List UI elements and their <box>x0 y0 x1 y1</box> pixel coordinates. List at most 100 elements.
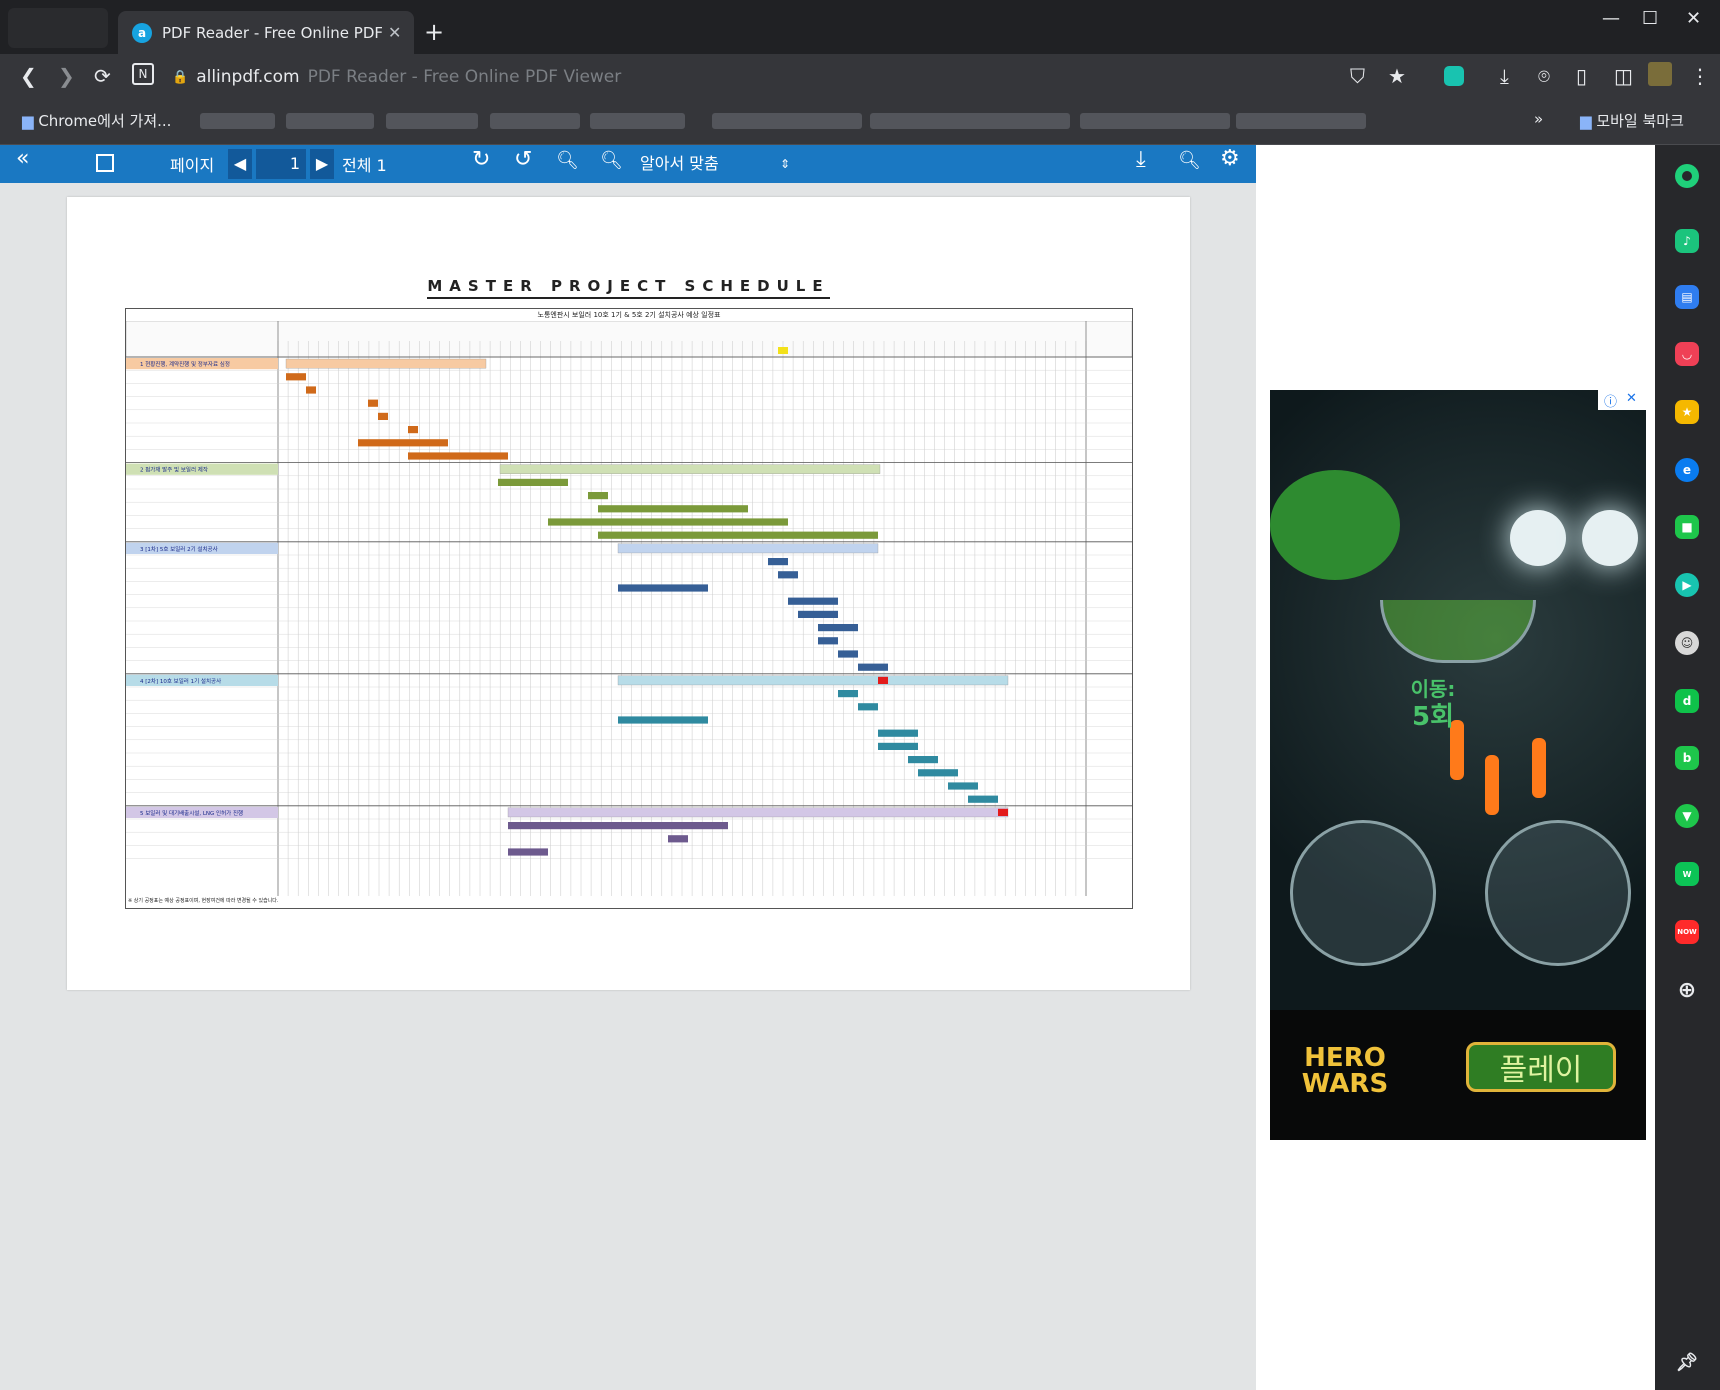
naver-icon[interactable]: N <box>132 63 154 85</box>
bookmark-item[interactable] <box>1080 113 1230 129</box>
advertisement[interactable] <box>1270 390 1646 1140</box>
gantt-task-bar <box>668 835 688 843</box>
gantt-section-bar <box>507 807 1009 818</box>
bookmark-label: 모바일 북마크 <box>1596 112 1684 130</box>
tab-close-icon[interactable]: ✕ <box>388 23 401 42</box>
ad-choices[interactable]: ⓘ ✕ <box>1598 390 1646 410</box>
bookmark-star-icon[interactable]: ★ <box>1388 64 1406 88</box>
glowing-eye-left <box>1510 510 1566 566</box>
search-icon[interactable]: 🔍︎ <box>1178 150 1201 171</box>
side-webtoon-icon[interactable]: W <box>1675 862 1699 886</box>
page-number-input[interactable]: 1 <box>256 149 306 179</box>
new-tab-button[interactable]: + <box>424 18 444 46</box>
gantt-section-bar <box>285 358 487 369</box>
side-panel-icon[interactable]: ◫ <box>1614 64 1633 88</box>
gantt-task-bar <box>508 822 728 830</box>
ad-info-icon[interactable]: ⓘ <box>1604 391 1617 410</box>
rotate-clockwise-icon[interactable]: ↻ <box>472 147 490 172</box>
back-icon[interactable]: ❮ <box>20 64 37 88</box>
bookmark-label: Chrome에서 가져... <box>38 112 172 130</box>
zoom-out-icon[interactable]: 🔍︎ <box>556 150 579 171</box>
bookmark-item[interactable] <box>490 113 580 129</box>
bookmark-item[interactable] <box>1236 113 1366 129</box>
side-now-icon[interactable]: NOW <box>1675 920 1699 944</box>
side-face-icon[interactable]: ☺ <box>1675 631 1699 655</box>
next-page-button[interactable]: ▶ <box>310 149 334 179</box>
address-bar[interactable]: 🔒 allinpdf.com PDF Reader - Free Online … <box>172 59 1172 95</box>
gantt-task-bar <box>598 531 878 539</box>
gantt-task-bar <box>498 478 568 486</box>
gantt-section-label: 4 [2차] 10호 보일러 1기 설치공사 <box>140 677 221 685</box>
gantt-task-bar <box>818 624 858 632</box>
maximize-button[interactable]: ☐ <box>1642 8 1658 29</box>
moves-value: 5회 <box>1411 702 1454 732</box>
page-label: 페이지 <box>170 156 215 175</box>
tab-pdf-reader[interactable]: a PDF Reader - Free Online PDF V ✕ <box>118 11 414 54</box>
zoom-select[interactable]: 알아서 맞춤 ⇕ <box>640 150 800 178</box>
right-glass-bulb <box>1485 820 1631 966</box>
forward-icon[interactable]: ❯ <box>58 64 75 88</box>
side-play-icon[interactable]: ▶ <box>1675 573 1699 597</box>
settings-gear-icon[interactable]: ⚙ <box>1220 146 1240 171</box>
bookmark-item[interactable] <box>590 113 685 129</box>
gantt-task-bar <box>408 426 418 434</box>
sidebar-toggle-icon[interactable] <box>96 154 114 172</box>
side-star-icon[interactable]: ★ <box>1675 400 1699 424</box>
screenshot-icon[interactable]: ⌾ <box>1538 64 1550 88</box>
gantt-task-bar <box>588 492 608 500</box>
extension-icon[interactable] <box>1444 66 1464 86</box>
bookmark-item[interactable] <box>200 113 275 129</box>
side-briefcase-icon[interactable]: ▤ <box>1675 285 1699 309</box>
bookmark-item[interactable] <box>712 113 862 129</box>
reload-icon[interactable]: ⟳ <box>94 64 111 88</box>
gantt-section-label: 2 펌가재 발주 및 보일러 제작 <box>140 466 208 474</box>
rotate-counterclockwise-icon[interactable]: ↺ <box>514 147 532 172</box>
profile-icon[interactable] <box>8 8 108 48</box>
side-pocket-icon[interactable]: ◡ <box>1675 342 1699 366</box>
minimize-button[interactable]: — <box>1602 8 1620 29</box>
gantt-task-bar <box>858 663 888 671</box>
potion-flask-icon <box>1270 470 1400 580</box>
side-bookmark-icon[interactable]: ▼ <box>1675 804 1699 828</box>
folder-icon: ▆ <box>22 112 34 130</box>
bookmark-item[interactable] <box>286 113 374 129</box>
bookmarks-overflow-button[interactable]: » <box>1534 110 1543 128</box>
close-window-button[interactable]: ✕ <box>1686 8 1701 29</box>
table-footnote: ※ 상기 공정표는 예상 공정표이며, 현장여건에 따라 변경될 수 있습니다. <box>128 898 279 904</box>
side-bell-icon[interactable]: ♪ <box>1675 229 1699 253</box>
gantt-task-bar <box>778 571 798 579</box>
side-square-icon[interactable]: ■ <box>1675 515 1699 539</box>
hero-wars-logo: HERO WARS <box>1301 1043 1389 1099</box>
shield-icon[interactable]: ⛉ <box>1350 64 1365 88</box>
profile-avatar[interactable] <box>1648 62 1672 86</box>
folder-icon: ▆ <box>1580 112 1592 130</box>
select-arrows-icon: ⇕ <box>780 157 791 171</box>
side-add-icon[interactable]: ⊕ <box>1675 978 1699 1003</box>
collapse-icon[interactable]: « <box>16 146 29 171</box>
ad-close-icon[interactable]: ✕ <box>1626 391 1637 406</box>
gantt-task-bar <box>508 848 548 856</box>
gantt-task-bar <box>918 769 958 777</box>
bookmark-folder-mobile[interactable]: ▆ 모바일 북마크 <box>1580 110 1684 131</box>
gantt-task-bar <box>858 703 878 711</box>
gantt-section-bar <box>499 464 881 474</box>
side-dictionary-icon[interactable]: d <box>1675 689 1699 713</box>
bookmark-item[interactable] <box>386 113 478 129</box>
side-green-circle-icon[interactable] <box>1675 164 1699 188</box>
side-pin-icon[interactable]: 📌︎ <box>1675 1350 1699 1374</box>
reader-icon[interactable]: ▯ <box>1576 64 1587 88</box>
lock-icon: 🔒 <box>172 69 189 85</box>
bookmark-item[interactable] <box>870 113 1070 129</box>
play-button[interactable]: 플레이 <box>1466 1042 1616 1092</box>
gantt-today-marker <box>778 347 788 354</box>
download-icon[interactable]: ⤓ <box>1500 64 1509 88</box>
bookmark-folder-chrome[interactable]: ▆ Chrome에서 가져... <box>22 110 171 131</box>
side-blog-icon[interactable]: b <box>1675 746 1699 770</box>
gantt-task-bar <box>378 412 388 420</box>
side-edge-icon[interactable]: e <box>1675 458 1699 482</box>
previous-page-button[interactable]: ◀ <box>228 149 252 179</box>
gantt-task-bar <box>306 386 316 394</box>
menu-icon[interactable]: ⋮ <box>1690 64 1710 88</box>
zoom-in-icon[interactable]: 🔍︎ <box>600 150 623 171</box>
download-pdf-icon[interactable]: ⤓ <box>1136 147 1146 172</box>
